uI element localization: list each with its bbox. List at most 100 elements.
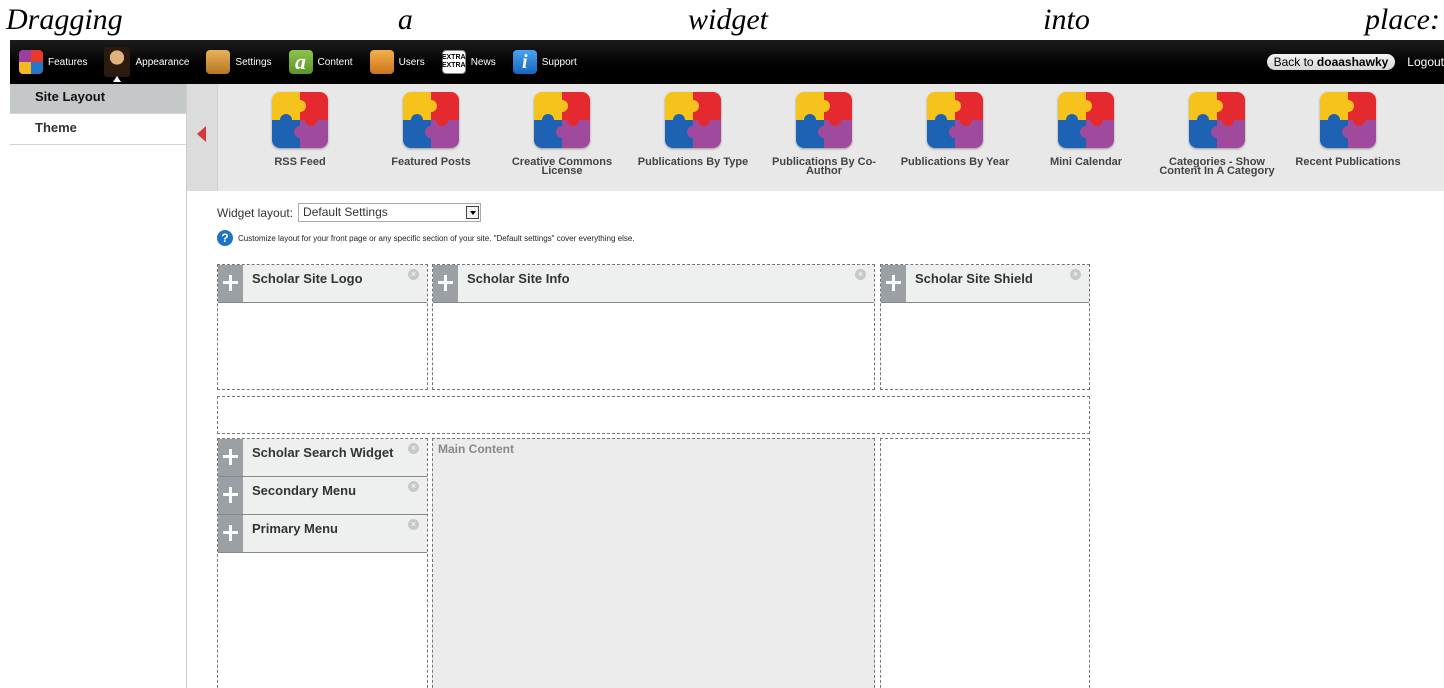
logout-link[interactable]: Logout <box>1407 55 1444 69</box>
widget-strip-label: Creative Commons License <box>511 156 613 177</box>
toolbar-features[interactable]: Features <box>10 40 95 84</box>
sidebar-item-site-layout[interactable]: Site Layout <box>10 84 186 114</box>
region-header-left: Scholar Site Logo × <box>217 264 428 390</box>
caption-word: a <box>397 3 413 36</box>
region-sidebar-first: Scholar Search Widget × Secondary Menu ×… <box>217 438 428 688</box>
widget-primary-menu[interactable]: Primary Menu × <box>218 515 427 553</box>
layout-sidebar: Site Layout Theme <box>10 84 187 688</box>
sidebar-item-theme[interactable]: Theme <box>10 114 186 145</box>
toolbar-users[interactable]: Users <box>361 40 433 84</box>
widget-strip-label: Publications By Type <box>637 156 749 168</box>
back-prefix: Back to <box>1273 55 1317 69</box>
puzzle-widget-icon <box>1189 92 1245 148</box>
puzzle-widget-icon <box>1320 92 1376 148</box>
toolbar-label: Settings <box>235 56 272 68</box>
widget-title: Scholar Site Info <box>467 271 570 286</box>
caption-word: Dragging <box>6 3 123 36</box>
back-username: doaashawky <box>1316 55 1389 69</box>
widget-title: Primary Menu <box>252 521 338 536</box>
widget-strip-item[interactable]: Mini Calendar <box>1024 92 1148 168</box>
widget-scholar-site-info[interactable]: Scholar Site Info × <box>433 265 874 303</box>
toolbar-support[interactable]: i Support <box>504 40 585 84</box>
caption-word: into <box>1043 3 1090 36</box>
close-icon[interactable]: × <box>408 481 419 492</box>
widget-strip-label: Publications By Year <box>900 156 1010 168</box>
close-icon[interactable]: × <box>408 269 419 280</box>
help-text: Customize layout for your front page or … <box>238 233 635 243</box>
widget-scholar-site-shield[interactable]: Scholar Site Shield × <box>881 265 1089 303</box>
widget-strip-item[interactable]: Publications By Type <box>631 92 755 168</box>
widget-strip-label: RSS Feed <box>274 156 326 168</box>
active-caret-icon <box>113 76 122 82</box>
toolbar-label: News <box>470 56 496 68</box>
drag-handle-icon[interactable] <box>218 439 243 476</box>
close-icon[interactable]: × <box>408 443 419 454</box>
widget-strip-item[interactable]: Recent Publications <box>1286 92 1410 168</box>
widget-strip-item[interactable]: Categories - Show Content In A Category <box>1155 92 1279 177</box>
toolbar-content[interactable]: a Content <box>280 40 361 84</box>
widget-strip-label: Categories - Show Content In A Category <box>1159 156 1275 177</box>
widget-strip: RSS Feed Featured Posts Creative Commons L… <box>187 84 1444 191</box>
widget-title: Scholar Site Shield <box>915 271 1033 286</box>
widget-strip-item[interactable]: Creative Commons License <box>500 92 624 177</box>
toolbar-news[interactable]: EXTRA EXTRA News <box>433 40 504 84</box>
widget-title: Scholar Search Widget <box>252 445 394 460</box>
drag-handle-icon[interactable] <box>881 265 906 302</box>
region-main-content: Main Content <box>432 438 875 688</box>
scroll-left-icon[interactable] <box>187 84 218 191</box>
puzzle-widget-icon <box>927 92 983 148</box>
widget-strip-item[interactable]: Publications By Co-Author <box>762 92 886 177</box>
drag-handle-icon[interactable] <box>218 265 243 302</box>
widget-strip-label: Recent Publications <box>1295 156 1401 168</box>
toolbar-label: Support <box>541 56 577 68</box>
puzzle-widget-icon <box>665 92 721 148</box>
drag-handle-icon[interactable] <box>433 265 458 302</box>
toolbar-label: Features <box>48 56 88 68</box>
widget-scholar-search[interactable]: Scholar Search Widget × <box>218 439 427 477</box>
caption-word: place: <box>1364 3 1440 36</box>
widget-secondary-menu[interactable]: Secondary Menu × <box>218 477 427 515</box>
help-icon[interactable]: ? <box>217 230 233 246</box>
page-caption: Dragging a widget into place: <box>0 0 1444 40</box>
toolbar-appearance[interactable]: Appearance <box>95 40 197 84</box>
widget-title: Secondary Menu <box>252 483 357 498</box>
admin-toolbar: Features Appearance Settings a Content U… <box>10 40 1444 84</box>
toolbar-label: Appearance <box>135 56 190 68</box>
widget-strip-item[interactable]: Publications By Year <box>893 92 1017 168</box>
region-menu-bar <box>217 396 1090 434</box>
drag-handle-icon[interactable] <box>218 477 243 514</box>
puzzle-widget-icon <box>1058 92 1114 148</box>
widget-strip-label: Mini Calendar <box>1049 156 1123 168</box>
users-icon <box>369 50 394 74</box>
region-header-main: Scholar Site Info × <box>432 264 875 390</box>
widget-strip-label: Co <box>1417 158 1444 167</box>
back-to-site-button[interactable]: Back to doaashawky <box>1266 54 1396 70</box>
close-icon[interactable]: × <box>855 269 866 280</box>
toolbar-label: Content <box>317 56 353 68</box>
support-icon: i <box>512 50 537 74</box>
toolbar-user-area: Back to doaashawky Logout <box>1266 54 1444 70</box>
appearance-icon <box>104 47 131 77</box>
widget-scholar-site-logo[interactable]: Scholar Site Logo × <box>218 265 427 303</box>
widget-layout-row: Widget layout: Default Settings <box>217 203 482 222</box>
help-row: ? Customize layout for your front page o… <box>217 230 635 246</box>
toolbar-label: Users <box>398 56 425 68</box>
drag-handle-icon[interactable] <box>218 515 243 552</box>
widget-strip-item[interactable]: Featured Posts <box>369 92 493 168</box>
puzzle-widget-icon <box>272 92 328 148</box>
close-icon[interactable]: × <box>408 519 419 530</box>
widget-layout-select[interactable]: Default Settings <box>298 203 482 222</box>
puzzle-widget-icon <box>534 92 590 148</box>
close-icon[interactable]: × <box>1070 269 1081 280</box>
region-sidebar-second <box>880 438 1090 688</box>
toolbar-settings[interactable]: Settings <box>197 40 279 84</box>
content-icon: a <box>288 49 313 74</box>
caption-word: widget <box>688 3 768 36</box>
widget-title: Scholar Site Logo <box>252 271 363 286</box>
widget-strip-item[interactable]: RSS Feed <box>238 92 362 168</box>
widget-layout-value: Default Settings <box>303 205 388 219</box>
dropdown-arrow-icon <box>466 206 480 219</box>
widget-strip-label: Publications By Co-Author <box>772 156 876 177</box>
widget-strip-item[interactable]: Co <box>1417 92 1444 167</box>
region-title: Main Content <box>438 442 514 456</box>
